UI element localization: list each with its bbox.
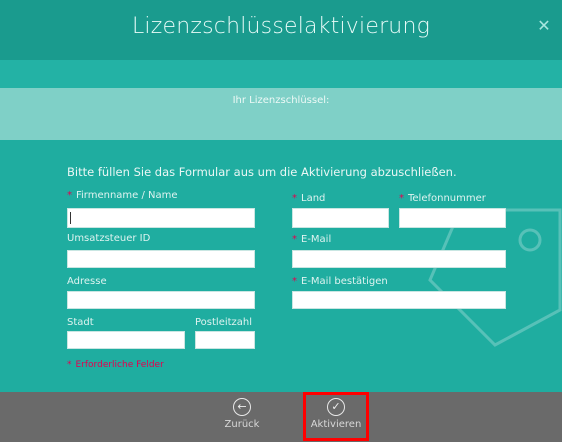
text-cursor [70, 212, 71, 224]
company-label: * Firmenname / Name [67, 190, 178, 201]
city-label: Stadt [67, 317, 94, 328]
bottom-nav-bar: ← Zurück ✓ Aktivieren [0, 392, 562, 442]
company-input[interactable] [67, 208, 255, 228]
email-confirm-input[interactable] [292, 291, 506, 309]
email-confirm-label: * E-Mail bestätigen [292, 276, 388, 287]
address-input[interactable] [67, 291, 255, 309]
vat-input[interactable] [67, 250, 255, 268]
license-key-label: Ihr Lizenzschlüssel: [232, 95, 330, 106]
phone-input[interactable] [399, 208, 506, 228]
email-label: * E-Mail [292, 234, 332, 245]
activate-highlight-box [303, 392, 369, 441]
back-label: Zurück [224, 419, 260, 430]
required-marker: * [67, 190, 72, 201]
back-button[interactable]: ← Zurück [212, 398, 272, 438]
country-input[interactable] [292, 208, 389, 228]
phone-label: * Telefonnummer [399, 193, 486, 204]
postal-label: Postleitzahl [195, 317, 253, 328]
email-input[interactable] [292, 250, 506, 268]
postal-input[interactable] [195, 331, 255, 349]
country-label: * Land [292, 193, 326, 204]
vat-label: Umsatzsteuer ID [67, 233, 151, 244]
license-key-box: Ihr Lizenzschlüssel: [0, 88, 562, 140]
city-input[interactable] [67, 331, 185, 349]
close-icon[interactable]: ✕ [536, 18, 552, 34]
address-label: Adresse [67, 276, 107, 287]
arrow-left-icon: ← [233, 398, 251, 416]
required-fields-note: * Erforderliche Felder [67, 360, 164, 370]
title-bar: Lizenzschlüsselaktivierung ✕ [0, 0, 562, 60]
header-band [0, 60, 562, 88]
form-instruction: Bitte füllen Sie das Formular aus um die… [67, 165, 457, 179]
license-activation-window: Lizenzschlüsselaktivierung ✕ Ihr Lizenzs… [0, 0, 562, 442]
window-title: Lizenzschlüsselaktivierung [131, 14, 431, 39]
